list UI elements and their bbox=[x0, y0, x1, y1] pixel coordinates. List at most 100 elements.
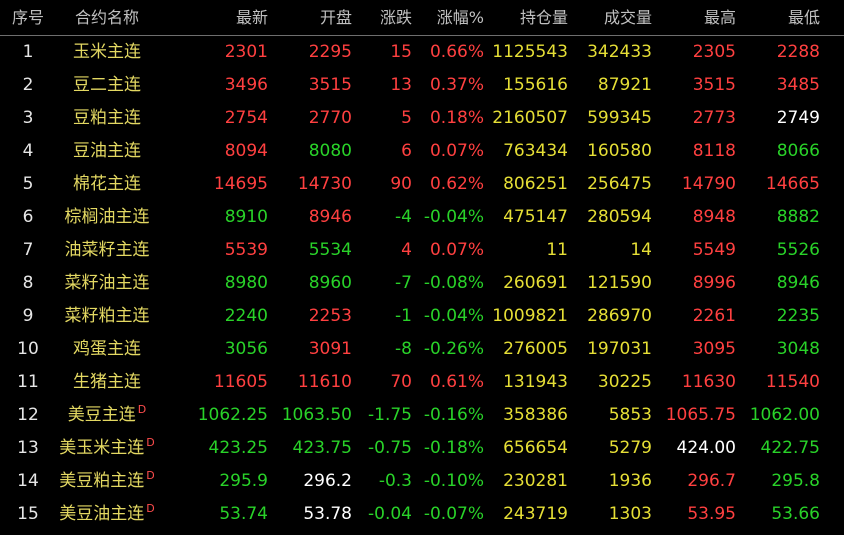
open-price: 53.78 bbox=[303, 504, 352, 524]
open-price: 2253 bbox=[308, 306, 352, 326]
row-index: 12 bbox=[17, 405, 39, 425]
table-row[interactable]: 6 棕榈油主连 8910 8946 -4 -0.04% 475147 280594 8948 88… bbox=[0, 201, 844, 234]
volume: 5853 bbox=[608, 405, 652, 425]
delayed-marker: D bbox=[146, 436, 155, 449]
latest-price: 2301 bbox=[224, 42, 268, 62]
table-row[interactable]: 4 豆油主连 8094 8080 6 0.07% 763434 160580 8118 8066 bbox=[0, 135, 844, 168]
contract-name: 美豆主连 D bbox=[55, 399, 159, 432]
contract-name: 豆油主连 bbox=[55, 135, 159, 168]
volume: 14 bbox=[630, 240, 652, 260]
open-price: 2770 bbox=[308, 108, 352, 128]
row-index: 4 bbox=[22, 141, 34, 161]
table-row[interactable]: 14 美豆粕主连 D 295.9 296.2 -0.3 -0.10% 230281 1936 29… bbox=[0, 465, 844, 498]
header-contract-name[interactable]: 合约名称 bbox=[55, 1, 159, 34]
volume: 5279 bbox=[608, 438, 652, 458]
open-interest: 11 bbox=[546, 240, 568, 260]
header-open[interactable]: 开盘 bbox=[270, 1, 352, 34]
row-index: 9 bbox=[22, 306, 34, 326]
latest-price: 2240 bbox=[224, 306, 268, 326]
change-percent: 0.61% bbox=[429, 372, 484, 392]
high-price: 3095 bbox=[692, 339, 736, 359]
volume: 121590 bbox=[587, 273, 652, 293]
price-change: -0.75 bbox=[368, 438, 412, 458]
price-change: 90 bbox=[390, 174, 412, 194]
open-interest: 276005 bbox=[503, 339, 568, 359]
low-price: 3048 bbox=[776, 339, 820, 359]
contract-name: 油菜籽主连 bbox=[55, 234, 159, 267]
row-index: 8 bbox=[22, 273, 34, 293]
change-percent: -0.16% bbox=[423, 405, 484, 425]
high-price: 8996 bbox=[692, 273, 736, 293]
contract-name: 生猪主连 bbox=[55, 366, 159, 399]
header-open-interest[interactable]: 持仓量 bbox=[486, 1, 568, 34]
high-price: 53.95 bbox=[687, 504, 736, 524]
open-interest: 475147 bbox=[503, 207, 568, 227]
table-row[interactable]: 1 玉米主连 2301 2295 15 0.66% 1125543 342433 2305 228… bbox=[0, 36, 844, 69]
latest-price: 3496 bbox=[224, 75, 268, 95]
header-volume[interactable]: 成交量 bbox=[570, 1, 652, 34]
price-change: -0.04 bbox=[368, 504, 412, 524]
header-index[interactable]: 序号 bbox=[6, 1, 50, 34]
header-change-pct[interactable]: 涨幅% bbox=[414, 1, 484, 34]
header-latest[interactable]: 最新 bbox=[168, 1, 268, 34]
header-high[interactable]: 最高 bbox=[654, 1, 736, 34]
open-interest: 243719 bbox=[503, 504, 568, 524]
table-header: 序号 合约名称 最新 开盘 涨跌 涨幅% 持仓量 成交量 最高 最低 bbox=[0, 1, 844, 36]
contract-name-text: 鸡蛋主连 bbox=[73, 339, 141, 359]
price-change: 4 bbox=[401, 240, 412, 260]
low-price: 5526 bbox=[776, 240, 820, 260]
table-row[interactable]: 3 豆粕主连 2754 2770 5 0.18% 2160507 599345 2773 2749 bbox=[0, 102, 844, 135]
high-price: 11630 bbox=[681, 372, 736, 392]
open-interest: 358386 bbox=[503, 405, 568, 425]
table-row[interactable]: 15 美豆油主连 D 53.74 53.78 -0.04 -0.07% 243719 1303 5… bbox=[0, 498, 844, 531]
open-price: 3515 bbox=[308, 75, 352, 95]
volume: 286970 bbox=[587, 306, 652, 326]
open-price: 8960 bbox=[308, 273, 352, 293]
row-index: 15 bbox=[17, 504, 39, 524]
price-change: -7 bbox=[395, 273, 412, 293]
table-row[interactable]: 11 生猪主连 11605 11610 70 0.61% 131943 30225 11630 1… bbox=[0, 366, 844, 399]
change-percent: -0.10% bbox=[423, 471, 484, 491]
high-price: 14790 bbox=[681, 174, 736, 194]
contract-name: 棉花主连 bbox=[55, 168, 159, 201]
header-low[interactable]: 最低 bbox=[738, 1, 820, 34]
row-index: 1 bbox=[22, 42, 34, 62]
table-row[interactable]: 7 油菜籽主连 5539 5534 4 0.07% 11 14 5549 5526 bbox=[0, 234, 844, 267]
table-row[interactable]: 9 菜籽粕主连 2240 2253 -1 -0.04% 1009821 286970 2261 2… bbox=[0, 300, 844, 333]
latest-price: 53.74 bbox=[219, 504, 268, 524]
open-price: 8946 bbox=[308, 207, 352, 227]
contract-name: 玉米主连 bbox=[55, 36, 159, 69]
volume: 256475 bbox=[587, 174, 652, 194]
open-interest: 1125543 bbox=[492, 42, 568, 62]
open-price: 5534 bbox=[308, 240, 352, 260]
price-change: -1 bbox=[395, 306, 412, 326]
open-interest: 656654 bbox=[503, 438, 568, 458]
price-change: -0.3 bbox=[378, 471, 412, 491]
table-row[interactable]: 13 美玉米主连 D 423.25 423.75 -0.75 -0.18% 656654 527… bbox=[0, 432, 844, 465]
header-change[interactable]: 涨跌 bbox=[354, 1, 412, 34]
table-row[interactable]: 5 棉花主连 14695 14730 90 0.62% 806251 256475 14790 1… bbox=[0, 168, 844, 201]
table-row[interactable]: 10 鸡蛋主连 3056 3091 -8 -0.26% 276005 197031 3095 30… bbox=[0, 333, 844, 366]
low-price: 422.75 bbox=[760, 438, 820, 458]
row-index: 14 bbox=[17, 471, 39, 491]
open-price: 14730 bbox=[297, 174, 352, 194]
contract-name: 美豆油主连 D bbox=[55, 498, 159, 531]
price-change: 6 bbox=[401, 141, 412, 161]
row-index: 2 bbox=[22, 75, 34, 95]
low-price: 295.8 bbox=[771, 471, 820, 491]
open-interest: 155616 bbox=[503, 75, 568, 95]
table-row[interactable]: 2 豆二主连 3496 3515 13 0.37% 155616 87921 3515 3485 bbox=[0, 69, 844, 102]
low-price: 14665 bbox=[765, 174, 820, 194]
row-index: 5 bbox=[22, 174, 34, 194]
contract-name-text: 菜籽粕主连 bbox=[64, 306, 150, 326]
table-row[interactable]: 8 菜籽油主连 8980 8960 -7 -0.08% 260691 121590 8996 89… bbox=[0, 267, 844, 300]
table-row[interactable]: 12 美豆主连 D 1062.25 1063.50 -1.75 -0.16% 358386 58… bbox=[0, 399, 844, 432]
high-price: 3515 bbox=[692, 75, 736, 95]
high-price: 5549 bbox=[692, 240, 736, 260]
low-price: 2235 bbox=[776, 306, 820, 326]
low-price: 2288 bbox=[776, 42, 820, 62]
latest-price: 8980 bbox=[224, 273, 268, 293]
row-index: 7 bbox=[22, 240, 34, 260]
change-percent: -0.07% bbox=[423, 504, 484, 524]
high-price: 424.00 bbox=[676, 438, 736, 458]
